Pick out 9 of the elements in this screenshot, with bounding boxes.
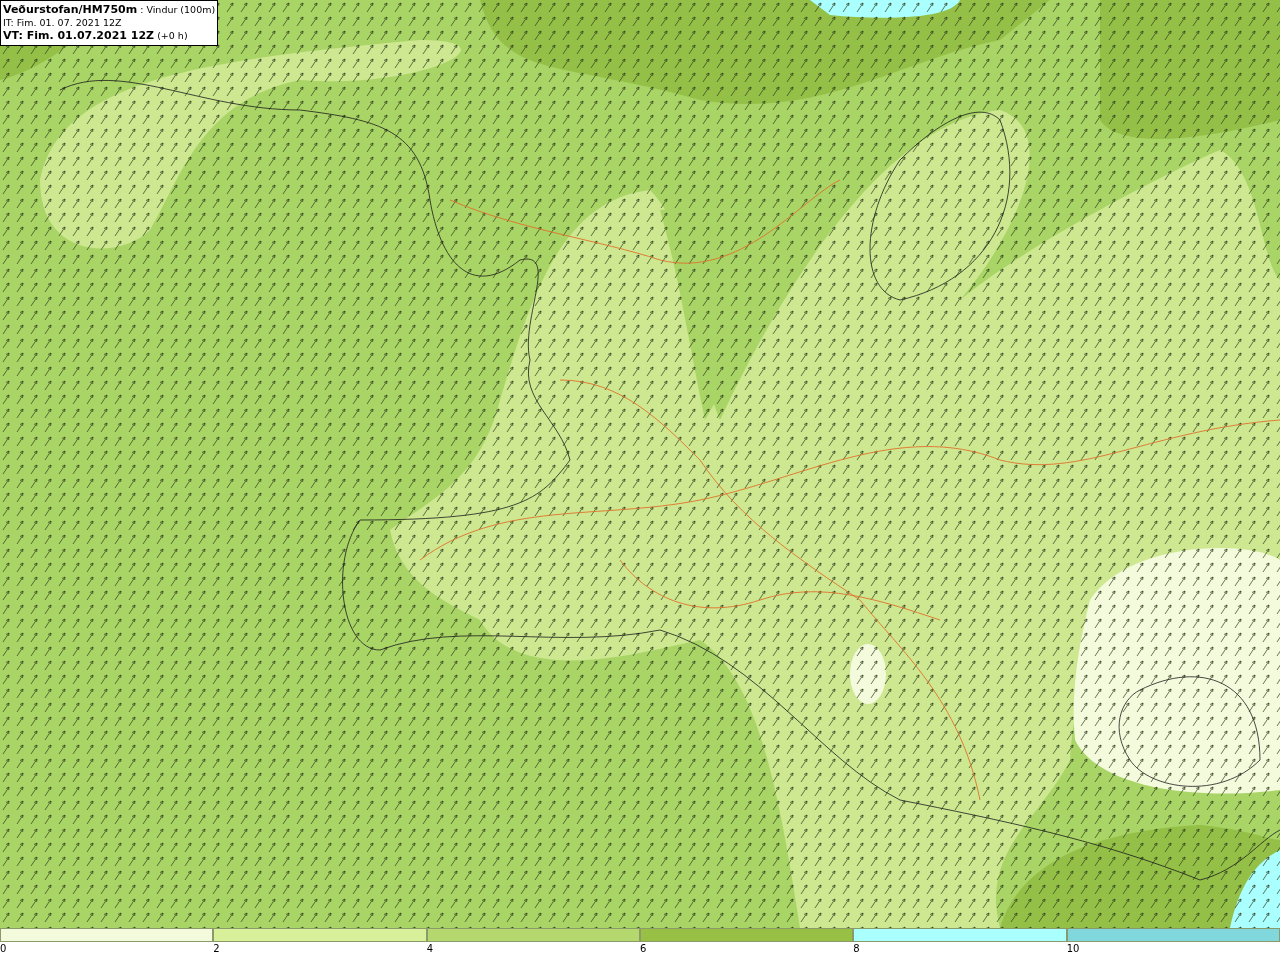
legend-label: 0 — [0, 942, 7, 955]
header-line: Veðurstofan/HM750m : Vindur (100m) — [3, 3, 217, 16]
legend-label: 4 — [426, 942, 434, 955]
legend-label: 2 — [213, 942, 220, 955]
header-line: VT: Fim. 01.07.2021 12Z (+0 h) — [3, 29, 189, 42]
legend-label: 10 — [1066, 942, 1080, 955]
legend-label: 8 — [853, 942, 860, 955]
header-line: IT: Fim. 01. 07. 2021 12Z — [3, 16, 123, 29]
legend-label: 6 — [640, 942, 647, 955]
